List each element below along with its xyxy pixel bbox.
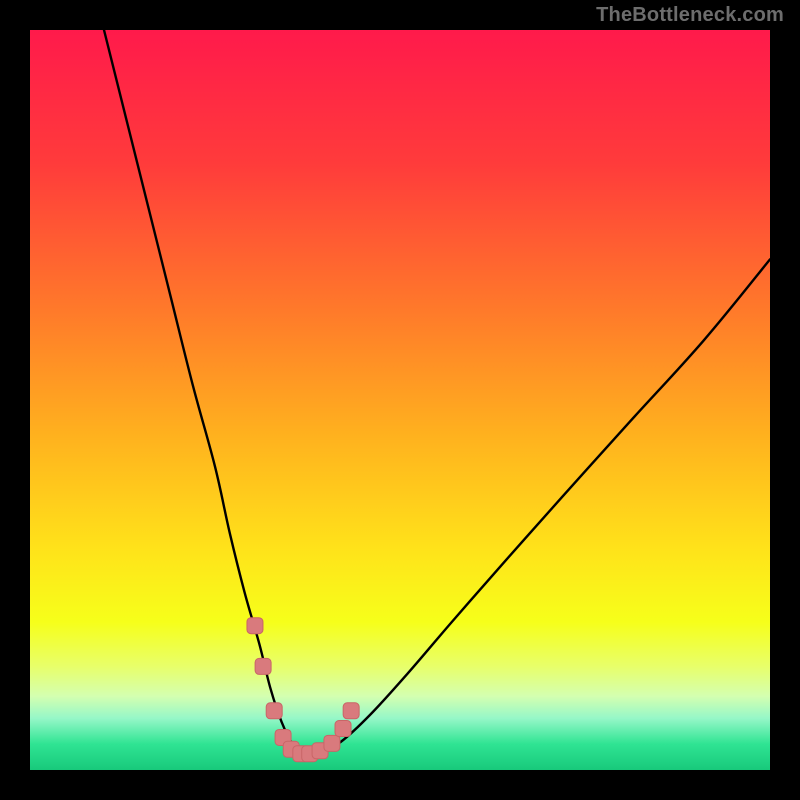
marker-point [255, 658, 271, 674]
marker-point [266, 703, 282, 719]
watermark-text: TheBottleneck.com [596, 4, 784, 27]
gradient-background [30, 30, 770, 770]
marker-point [335, 721, 351, 737]
chart-plot-area [30, 30, 770, 770]
marker-point [343, 703, 359, 719]
chart-frame: TheBottleneck.com [0, 0, 800, 800]
marker-point [324, 735, 340, 751]
marker-point [247, 618, 263, 634]
bottleneck-chart [30, 30, 770, 770]
